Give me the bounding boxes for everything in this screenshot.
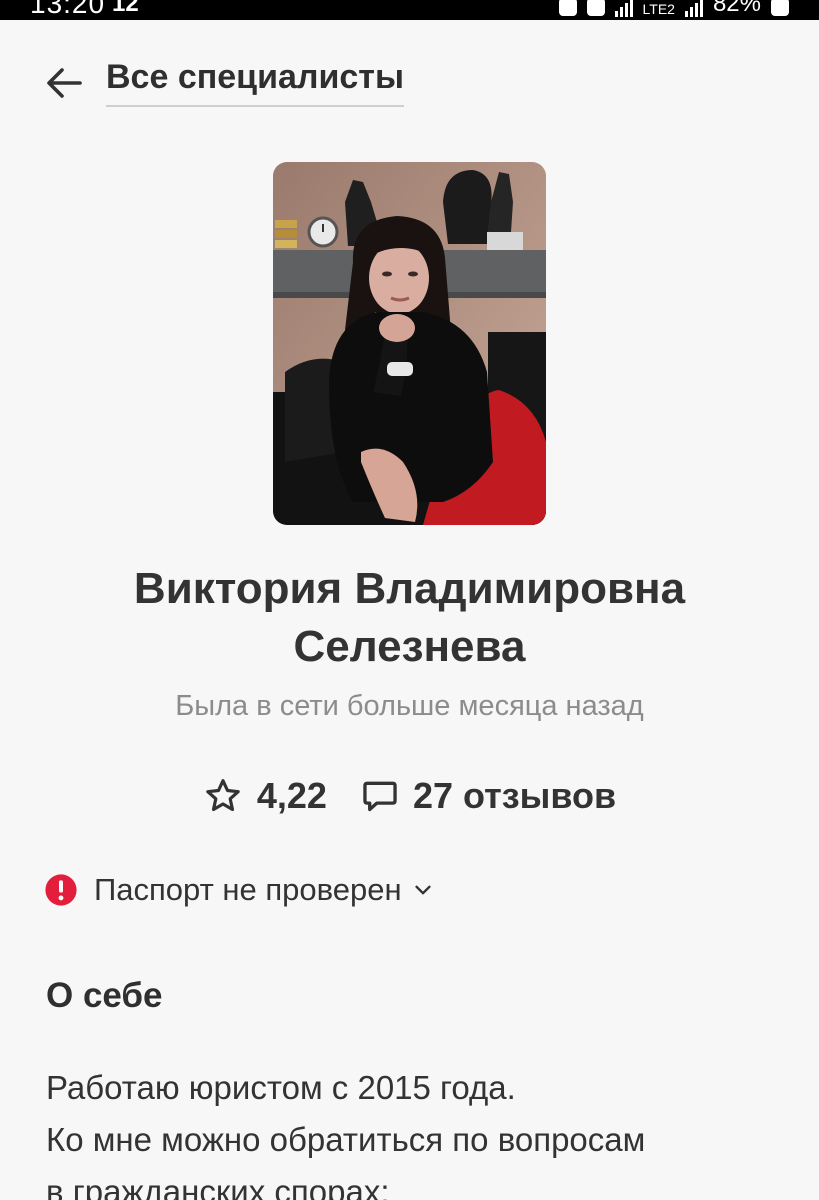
online-status: Была в сети больше месяца назад xyxy=(175,690,644,722)
signal-icon-2 xyxy=(684,0,703,17)
name-line-2: Селезнева xyxy=(293,622,526,671)
about-line: в гражданских спорах: xyxy=(46,1173,390,1200)
app-icon xyxy=(558,0,577,16)
status-time: 13:20 xyxy=(30,0,106,19)
about-line: Ко мне можно обратиться по вопросам xyxy=(46,1121,646,1158)
rating-value: 4,22 xyxy=(256,775,327,816)
speech-bubble-icon xyxy=(363,781,397,812)
profile-stats: 4,22 27 отзывов xyxy=(0,775,819,817)
notification-icon: 12 xyxy=(112,0,139,17)
about-heading: О себе xyxy=(46,976,163,1015)
header: Все специалисты xyxy=(44,58,404,108)
all-specialists-link[interactable]: Все специалисты xyxy=(106,58,404,107)
specialist-photo xyxy=(273,162,546,525)
chevron-down-icon xyxy=(415,885,431,895)
reviews[interactable]: 27 отзывов xyxy=(361,775,616,817)
network-type: LTE2 xyxy=(642,1,675,17)
chat-app-icon xyxy=(586,0,605,16)
star-icon xyxy=(206,779,240,812)
exclamation-circle-icon xyxy=(45,874,77,906)
about-text: Работаю юристом с 2015 года. Ко мне можн… xyxy=(46,1062,786,1200)
name-line-1: Виктория Владимировна xyxy=(133,564,686,613)
status-bar: 13:20 12 LTE2 82% xyxy=(0,0,819,20)
battery-icon xyxy=(771,0,789,16)
profile-page: 13:20 12 LTE2 82% Все специалисты Виктор… xyxy=(0,0,819,1200)
passport-status-label: Паспорт не проверен xyxy=(94,872,402,907)
specialist-name: Виктория Владимировна Селезнева xyxy=(0,560,819,676)
battery-level: 82% xyxy=(712,0,761,17)
portrait-image xyxy=(273,162,546,525)
status-icons: LTE2 82% xyxy=(558,0,789,18)
arrow-left-icon[interactable] xyxy=(44,63,84,103)
rating[interactable]: 4,22 xyxy=(203,775,327,817)
reviews-count: 27 отзывов xyxy=(412,775,617,816)
passport-status[interactable]: Паспорт не проверен xyxy=(44,872,434,908)
about-line: Работаю юристом с 2015 года. xyxy=(46,1069,516,1106)
signal-icon xyxy=(614,0,633,17)
